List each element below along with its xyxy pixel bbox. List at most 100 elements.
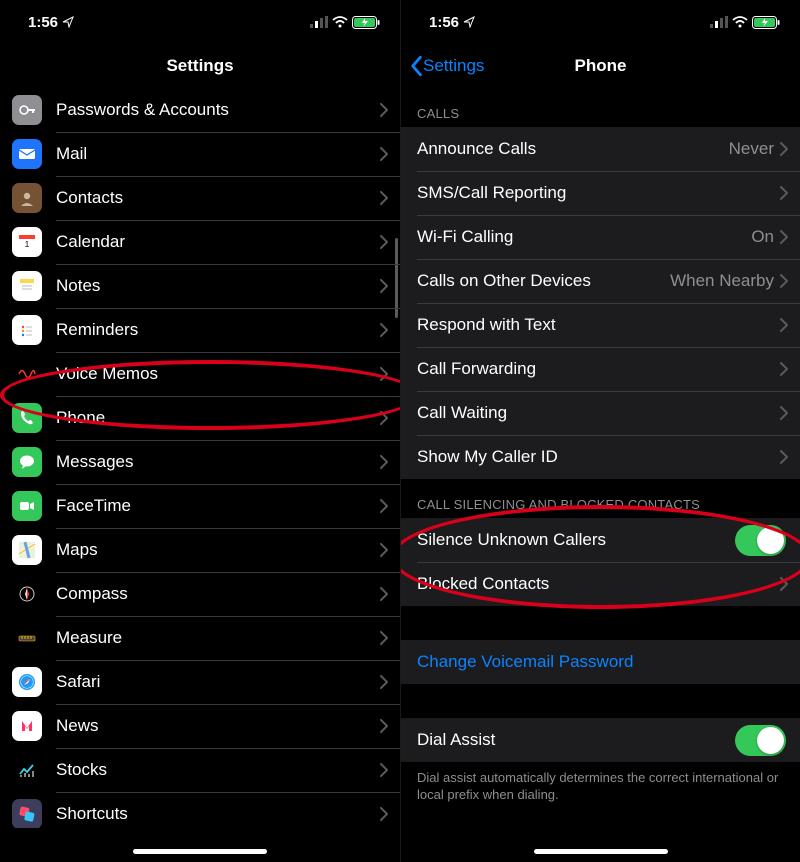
news-icon (12, 711, 42, 741)
settings-row-label: Voice Memos (56, 364, 380, 384)
row-callwaiting[interactable]: Call Waiting (401, 391, 800, 435)
row-label: Call Forwarding (417, 359, 780, 379)
chevron-right-icon (780, 230, 800, 244)
row-wificalling[interactable]: Wi-Fi CallingOn (401, 215, 800, 259)
settings-row-label: Passwords & Accounts (56, 100, 380, 120)
chevron-right-icon (380, 807, 400, 821)
row-smscall[interactable]: SMS/Call Reporting (401, 171, 800, 215)
settings-row-contacts[interactable]: Contacts (0, 176, 400, 220)
row-value: On (751, 227, 780, 247)
row-label: Blocked Contacts (417, 574, 780, 594)
home-indicator[interactable] (534, 849, 668, 854)
settings-row-calendar[interactable]: 1 Calendar (0, 220, 400, 264)
back-label: Settings (423, 56, 484, 76)
row-blocked[interactable]: Blocked Contacts (401, 562, 800, 606)
settings-row-facetime[interactable]: FaceTime (0, 484, 400, 528)
chevron-right-icon (380, 499, 400, 513)
measure-icon (12, 623, 42, 653)
settings-row-maps[interactable]: Maps (0, 528, 400, 572)
page-title: Phone (575, 56, 627, 76)
settings-row-label: Compass (56, 584, 380, 604)
chevron-right-icon (380, 455, 400, 469)
voicememo-icon (12, 359, 42, 389)
settings-row-notes[interactable]: Notes (0, 264, 400, 308)
shortcuts-icon (12, 799, 42, 828)
row-label: SMS/Call Reporting (417, 183, 780, 203)
row-callerid[interactable]: Show My Caller ID (401, 435, 800, 479)
row-dialassist[interactable]: Dial Assist (401, 718, 800, 762)
settings-row-label: Shortcuts (56, 804, 380, 824)
settings-row-label: Reminders (56, 320, 380, 340)
settings-row-voicememos[interactable]: Voice Memos (0, 352, 400, 396)
chevron-right-icon (780, 362, 800, 376)
chevron-right-icon (380, 103, 400, 117)
reminders-icon (12, 315, 42, 345)
chevron-right-icon (780, 577, 800, 591)
cellular-signal-icon (310, 16, 328, 28)
settings-row-mail[interactable]: Mail (0, 132, 400, 176)
row-label: Wi-Fi Calling (417, 227, 751, 247)
row-label: Show My Caller ID (417, 447, 780, 467)
svg-text:1: 1 (25, 240, 30, 249)
dialassist-toggle[interactable] (735, 725, 786, 756)
settings-row-messages[interactable]: Messages (0, 440, 400, 484)
navbar: Settings (0, 44, 400, 88)
calendar-icon: 1 (12, 227, 42, 257)
settings-row-passwords[interactable]: Passwords & Accounts (0, 88, 400, 132)
row-label: Dial Assist (417, 730, 735, 750)
row-label: Change Voicemail Password (417, 652, 800, 672)
status-time: 1:56 (28, 14, 58, 31)
chevron-right-icon (780, 450, 800, 464)
settings-row-measure[interactable]: Measure (0, 616, 400, 660)
chevron-right-icon (380, 367, 400, 381)
settings-row-shortcuts[interactable]: Shortcuts (0, 792, 400, 828)
row-label: Respond with Text (417, 315, 780, 335)
chevron-right-icon (780, 406, 800, 420)
settings-row-stocks[interactable]: Stocks (0, 748, 400, 792)
compass-icon (12, 579, 42, 609)
settings-row-label: Measure (56, 628, 380, 648)
settings-list[interactable]: Passwords & Accounts Mail Contacts 1 Cal… (0, 88, 400, 828)
row-callforward[interactable]: Call Forwarding (401, 347, 800, 391)
chevron-right-icon (780, 142, 800, 156)
phone-icon (12, 403, 42, 433)
section-header: CALL SILENCING AND BLOCKED CONTACTS (401, 479, 800, 518)
location-arrow-icon (62, 16, 74, 28)
settings-row-compass[interactable]: Compass (0, 572, 400, 616)
notes-icon (12, 271, 42, 301)
location-arrow-icon (463, 16, 475, 28)
settings-row-label: Messages (56, 452, 380, 472)
silence-toggle[interactable] (735, 525, 786, 556)
chevron-right-icon (380, 543, 400, 557)
settings-row-label: Safari (56, 672, 380, 692)
row-otherdevices[interactable]: Calls on Other DevicesWhen Nearby (401, 259, 800, 303)
back-button[interactable]: Settings (409, 55, 484, 77)
row-changevmpw[interactable]: Change Voicemail Password (401, 640, 800, 684)
mail-icon (12, 139, 42, 169)
chevron-right-icon (380, 631, 400, 645)
chevron-right-icon (380, 279, 400, 293)
settings-row-reminders[interactable]: Reminders (0, 308, 400, 352)
chevron-right-icon (380, 587, 400, 601)
settings-row-news[interactable]: News (0, 704, 400, 748)
settings-row-label: Stocks (56, 760, 380, 780)
settings-row-phone[interactable]: Phone (0, 396, 400, 440)
chevron-right-icon (380, 147, 400, 161)
chevron-right-icon (380, 323, 400, 337)
chevron-right-icon (380, 411, 400, 425)
section-footer: Dial assist automatically determines the… (401, 762, 800, 810)
battery-charging-icon (352, 16, 380, 29)
status-time: 1:56 (429, 14, 459, 31)
phone-settings-list[interactable]: CALLSAnnounce CallsNeverSMS/Call Reporti… (401, 88, 800, 828)
contacts-icon (12, 183, 42, 213)
safari-icon (12, 667, 42, 697)
row-silence[interactable]: Silence Unknown Callers (401, 518, 800, 562)
row-announce[interactable]: Announce CallsNever (401, 127, 800, 171)
settings-row-safari[interactable]: Safari (0, 660, 400, 704)
row-label: Announce Calls (417, 139, 729, 159)
chevron-right-icon (780, 186, 800, 200)
settings-row-label: Calendar (56, 232, 380, 252)
settings-row-label: Mail (56, 144, 380, 164)
row-respondtext[interactable]: Respond with Text (401, 303, 800, 347)
home-indicator[interactable] (133, 849, 267, 854)
